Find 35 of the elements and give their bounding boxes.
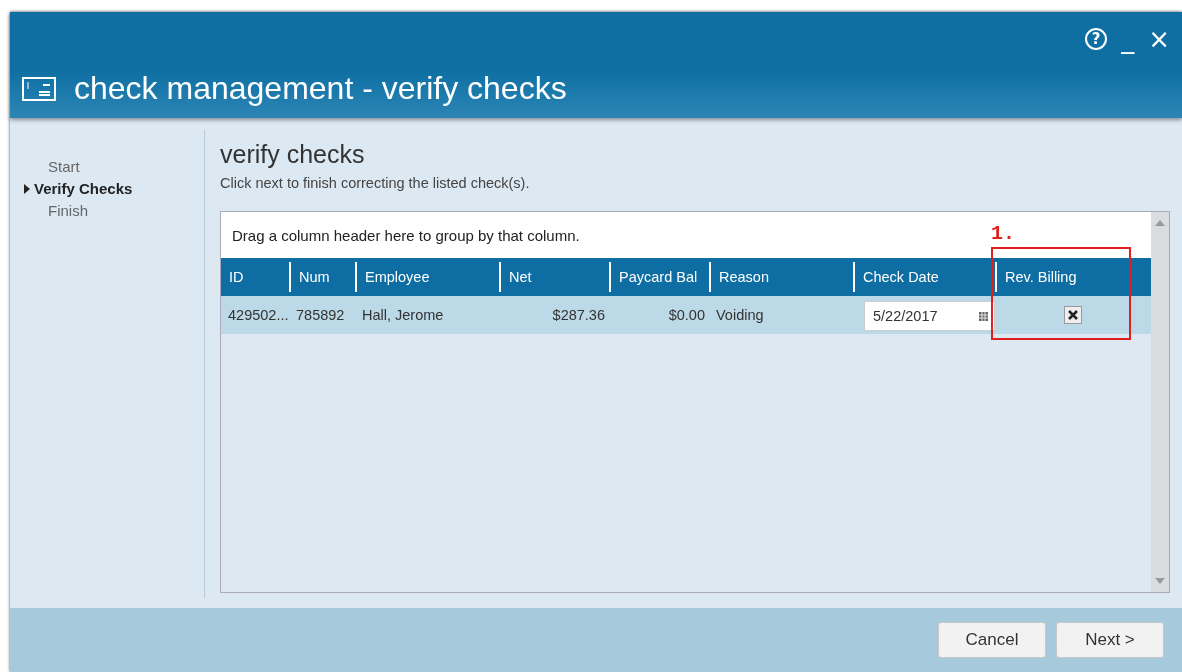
table-cell-text: 429502... bbox=[227, 306, 289, 325]
check-icon bbox=[22, 76, 56, 101]
annotation-number: 1. bbox=[991, 222, 1015, 245]
help-button[interactable]: ? bbox=[1085, 28, 1108, 50]
column-header[interactable]: Reason bbox=[709, 262, 853, 292]
table-cell-text: Voiding bbox=[715, 306, 765, 325]
table-cell-text: Hall, Jerome bbox=[361, 306, 445, 325]
instructions: Click next to finish correcting the listed check(s). bbox=[220, 175, 531, 191]
checkbox[interactable] bbox=[1064, 306, 1082, 324]
date-field[interactable]: 5/22/2017 bbox=[864, 301, 995, 331]
wizard-step[interactable]: Finish bbox=[48, 202, 204, 219]
scrollbar[interactable] bbox=[1151, 212, 1169, 592]
column-header[interactable]: Num bbox=[289, 262, 355, 292]
calendar-icon bbox=[979, 311, 988, 321]
wizard-step[interactable]: Verify Checks bbox=[24, 180, 204, 197]
table-cell-text: 785892 bbox=[295, 306, 346, 325]
x-mark-icon bbox=[1068, 310, 1078, 320]
up-arrow-icon bbox=[1155, 220, 1165, 226]
page-heading: verify checks bbox=[220, 140, 366, 169]
down-arrow-icon bbox=[1155, 578, 1165, 584]
table-cell-text: $287.36 bbox=[551, 306, 606, 325]
table-cell-text: $0.00 bbox=[667, 306, 706, 325]
triangle-icon bbox=[24, 183, 30, 194]
column-header[interactable]: Paycard Bal bbox=[609, 262, 709, 292]
minimize-button[interactable]: _ bbox=[1121, 26, 1135, 52]
close-button[interactable]: × bbox=[1148, 26, 1170, 52]
column-header[interactable]: Employee bbox=[355, 262, 499, 292]
column-header[interactable]: Check Date bbox=[853, 262, 995, 292]
cancel-button[interactable]: Cancel bbox=[938, 622, 1046, 658]
wizard-step[interactable]: Start bbox=[48, 158, 204, 175]
grid-row[interactable]: 429502... 785892 Hall, Jerome $287.36 $0.00 Voiding 5/22/2017 bbox=[221, 296, 1151, 334]
column-header[interactable]: ID bbox=[221, 262, 289, 292]
window-title: check management - verify checks bbox=[74, 70, 567, 107]
column-header[interactable]: Net bbox=[499, 262, 609, 292]
next-button[interactable]: Next > bbox=[1056, 622, 1164, 658]
